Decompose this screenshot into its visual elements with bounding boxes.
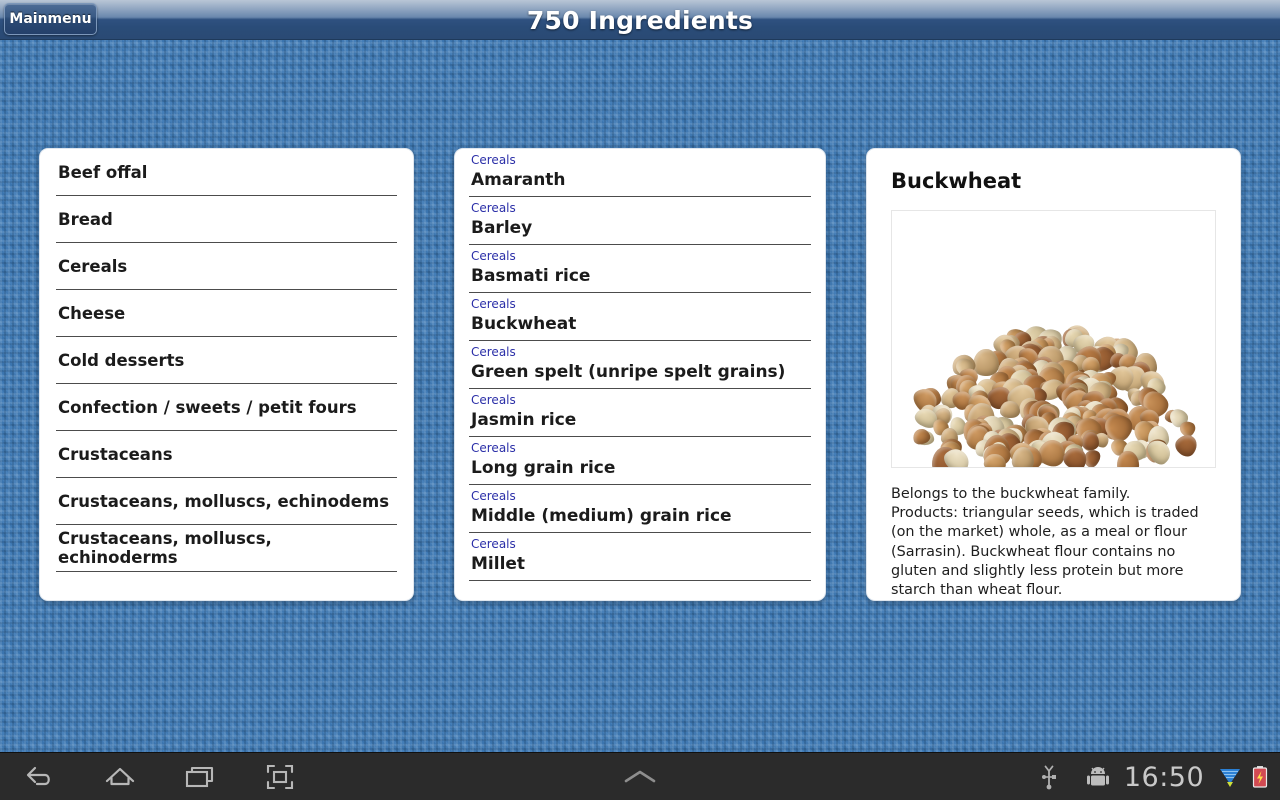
category-row[interactable]: Confection / sweets / petit fours <box>56 384 397 431</box>
categories-panel: Beef offal Bread Cereals Cheese Cold dessert… <box>39 148 414 601</box>
category-label: Cereals <box>58 256 128 276</box>
category-label: Confection / sweets / petit fours <box>58 397 357 417</box>
chevron-up-icon[interactable] <box>600 753 680 800</box>
ingredient-name-label: Millet <box>471 554 526 574</box>
ingredient-row[interactable]: Cereals Barley <box>469 197 811 245</box>
ingredient-name-label: Jasmin rice <box>471 410 577 430</box>
ingredient-row[interactable]: Cereals Jasmin rice <box>469 389 811 437</box>
category-row[interactable]: Cheese <box>56 290 397 337</box>
groat-shape <box>1171 430 1202 461</box>
clock-text: 16:50 <box>1123 761 1205 793</box>
ingredient-row[interactable]: Cereals Basmati rice <box>469 245 811 293</box>
ingredient-category-label: Cereals <box>471 201 516 215</box>
ingredient-category-label: Cereals <box>471 393 516 407</box>
back-arrow-icon[interactable] <box>0 753 80 800</box>
ingredient-category-label: Cereals <box>471 345 516 359</box>
title-bar: Mainmenu 750 Ingredients <box>0 0 1280 40</box>
ingredient-category-label: Cereals <box>471 537 516 551</box>
category-label: Cold desserts <box>58 350 185 370</box>
detail-panel: Buckwheat Belongs to the buckwheat famil… <box>866 148 1241 601</box>
ingredient-name-label: Long grain rice <box>471 458 616 478</box>
category-row[interactable]: Cereals <box>56 243 397 290</box>
category-label: Crustaceans, molluscs, echinoderms <box>58 529 272 567</box>
ingredient-name-label: Basmati rice <box>471 266 591 286</box>
category-row[interactable]: Crustaceans, molluscs, echinoderms <box>56 525 397 572</box>
ingredient-row[interactable]: Cereals Buckwheat <box>469 293 811 341</box>
ingredient-row[interactable]: Cereals Middle (medium) grain rice <box>469 485 811 533</box>
category-list: Beef offal Bread Cereals Cheese Cold dessert… <box>40 149 413 572</box>
ingredient-category-label: Cereals <box>471 297 516 311</box>
category-row[interactable]: Cold desserts <box>56 337 397 384</box>
status-clock: 16:50 <box>1118 753 1210 800</box>
ingredient-row[interactable]: Cereals Green spelt (unripe spelt grains) <box>469 341 811 389</box>
category-row[interactable]: Crustaceans <box>56 431 397 478</box>
category-label: Crustaceans <box>58 444 173 464</box>
system-navigation-bar: 16:50 <box>0 752 1280 800</box>
usb-icon <box>1030 753 1068 800</box>
category-row[interactable]: Beef offal <box>56 149 397 196</box>
ingredient-category-label: Cereals <box>471 249 516 263</box>
category-row[interactable]: Crustaceans, molluscs, echinodems <box>56 478 397 525</box>
battery-charging-icon <box>1246 753 1274 800</box>
category-label: Cheese <box>58 303 126 323</box>
category-label: Crustaceans, molluscs, echinodems <box>58 491 390 511</box>
ingredient-row[interactable]: Cereals Millet <box>469 533 811 581</box>
wifi-signal-icon <box>1215 753 1245 800</box>
ingredient-name-label: Green spelt (unripe spelt grains) <box>471 362 786 382</box>
ingredient-list: Cereals Amaranth Cereals Barley Cereals Basma… <box>455 149 825 581</box>
ingredient-name-label: Buckwheat <box>471 314 577 334</box>
category-label: Beef offal <box>58 162 148 182</box>
groat-shape <box>1000 401 1021 419</box>
buckwheat-groats-photo <box>891 210 1216 468</box>
ingredient-row[interactable]: Cereals Long grain rice <box>469 437 811 485</box>
ingredient-category-label: Cereals <box>471 153 516 167</box>
category-label: Bread <box>58 209 113 229</box>
ingredient-row[interactable]: Cereals Amaranth <box>469 149 811 197</box>
ingredients-panel: Cereals Amaranth Cereals Barley Cereals Basma… <box>454 148 826 601</box>
ingredient-name-label: Middle (medium) grain rice <box>471 506 732 526</box>
ingredient-name-label: Amaranth <box>471 170 566 190</box>
ingredient-category-label: Cereals <box>471 489 516 503</box>
fullscreen-icon[interactable] <box>240 753 320 800</box>
android-robot-icon <box>1078 753 1118 800</box>
home-icon[interactable] <box>80 753 160 800</box>
detail-description: Belongs to the buckwheat family. Product… <box>891 486 1199 599</box>
detail-title: Buckwheat <box>891 169 1022 193</box>
app-root: Mainmenu 750 Ingredients Beef offal Bread… <box>0 0 1280 800</box>
detail-content: Buckwheat Belongs to the buckwheat famil… <box>867 149 1240 600</box>
category-row[interactable]: Bread <box>56 196 397 243</box>
page-title: 750 Ingredients <box>526 6 754 35</box>
recent-apps-icon[interactable] <box>160 753 240 800</box>
ingredient-category-label: Cereals <box>471 441 516 455</box>
ingredient-name-label: Barley <box>471 218 533 238</box>
